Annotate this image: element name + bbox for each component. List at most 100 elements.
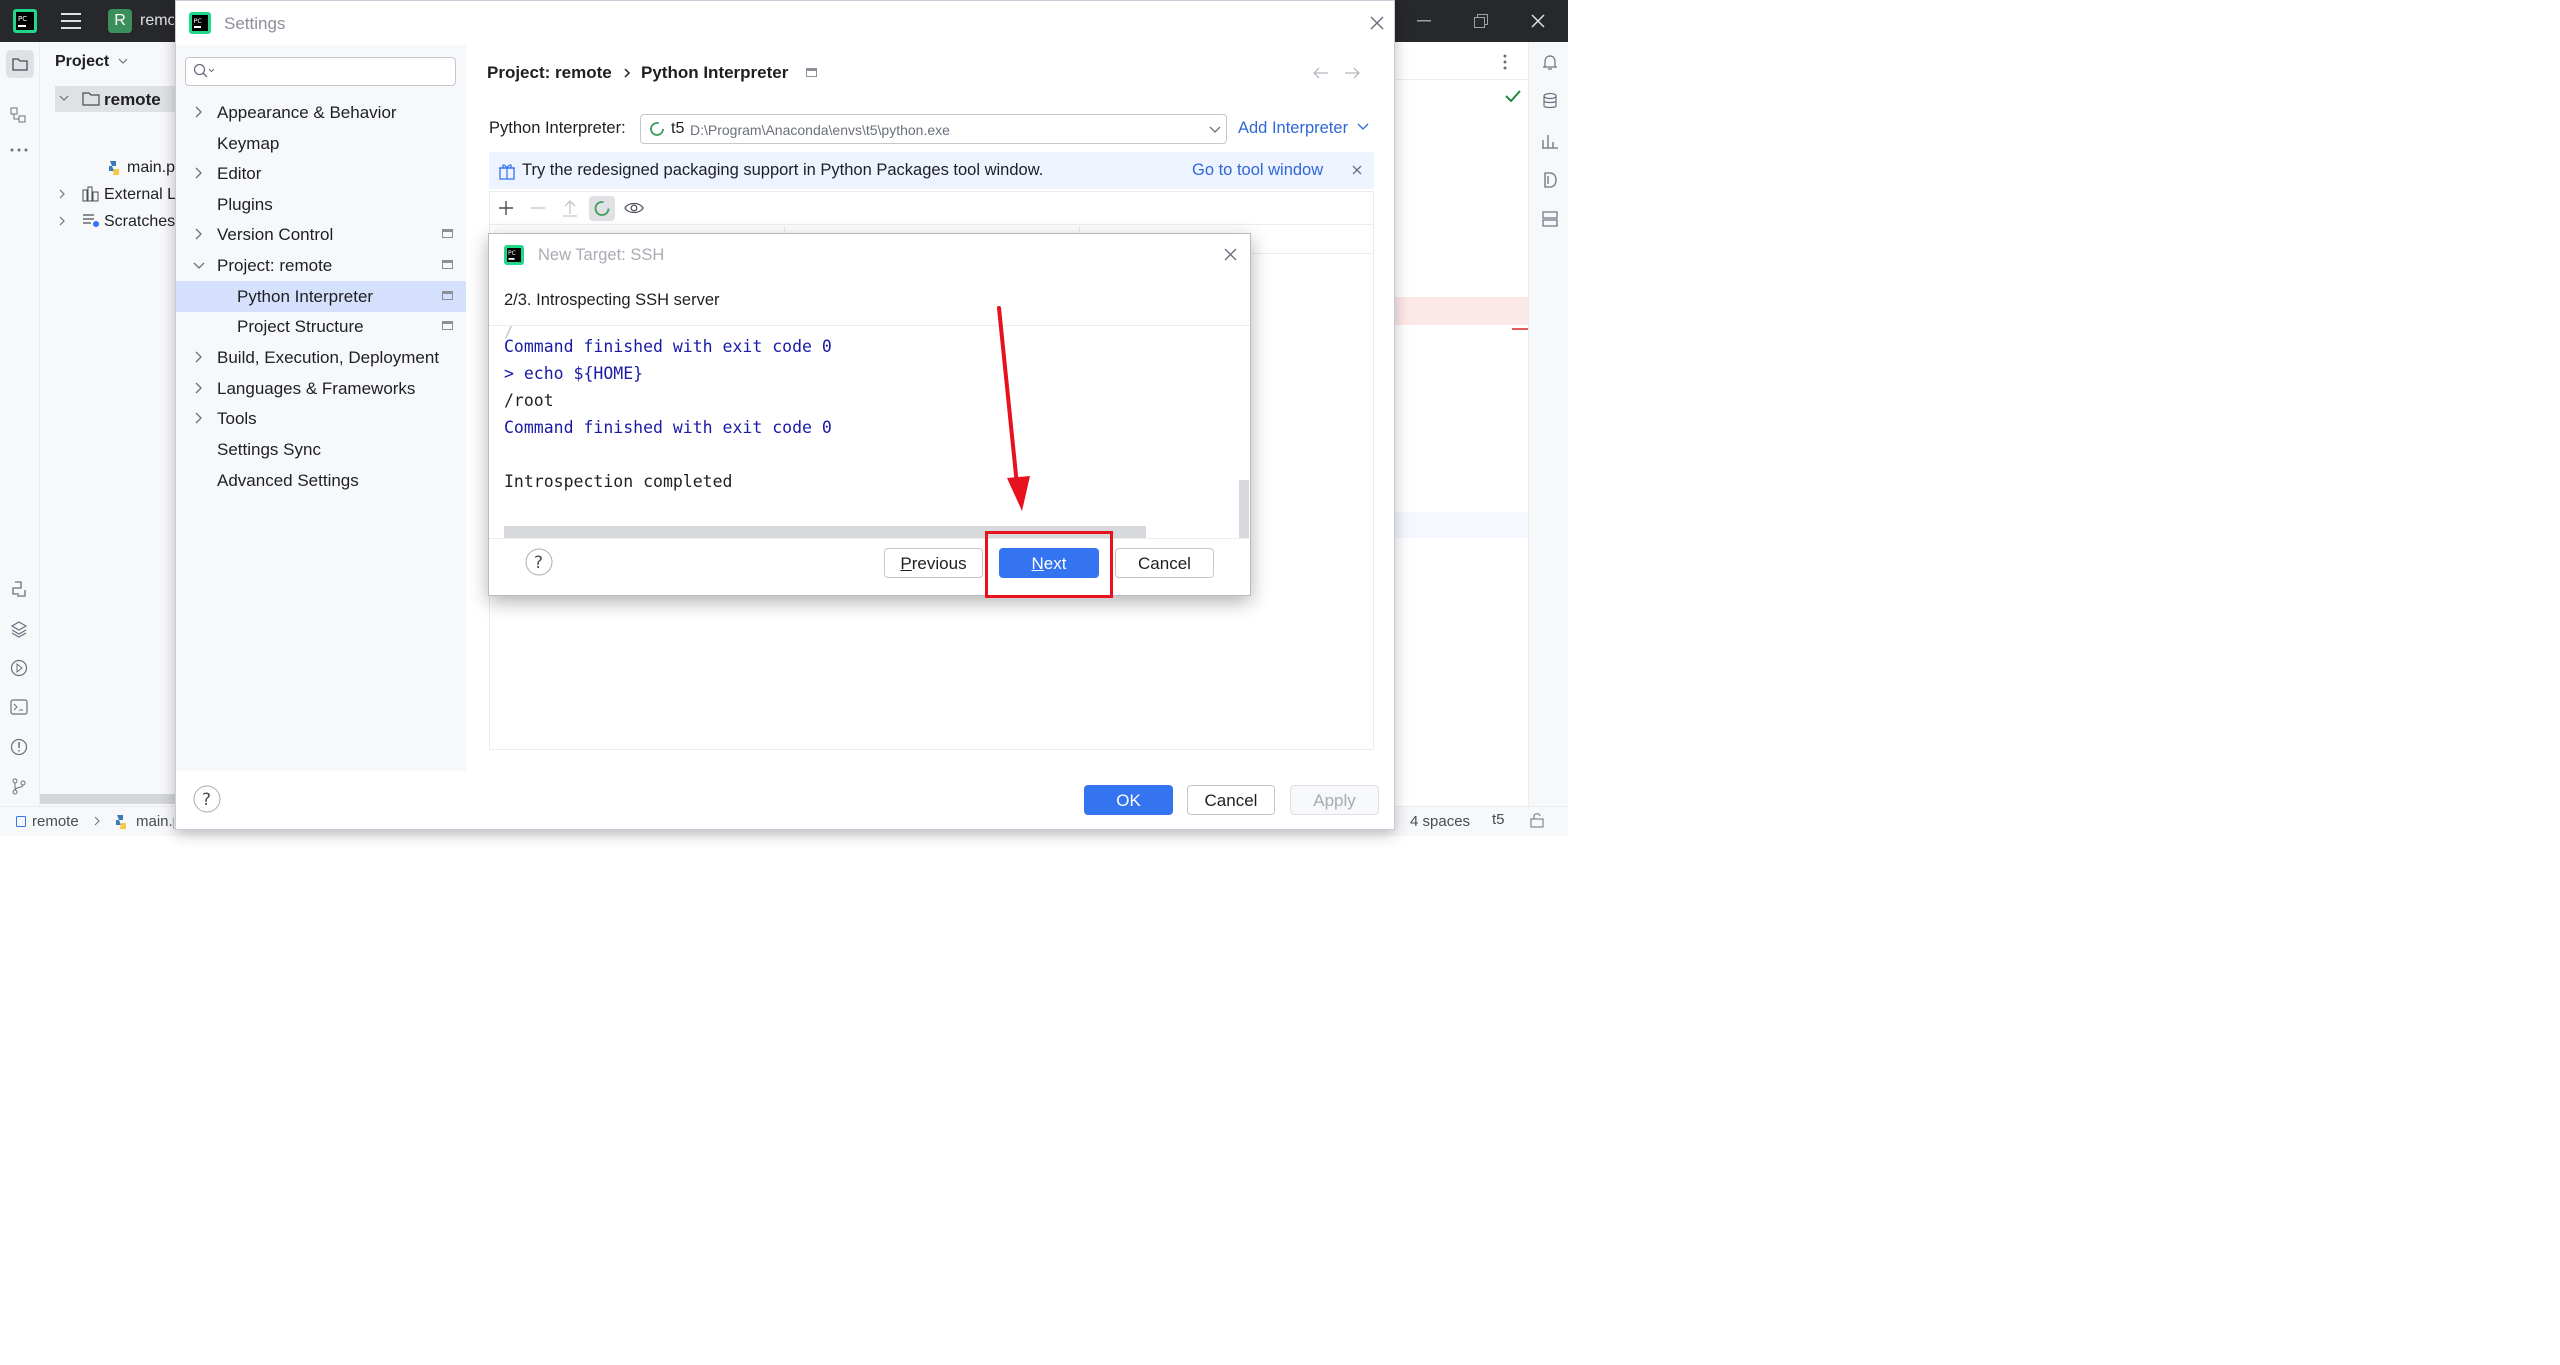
project-level-icon xyxy=(442,321,453,330)
nav-project-structure[interactable]: Project Structure xyxy=(176,311,466,342)
breadcrumb-file[interactable]: main.py xyxy=(136,813,174,830)
cancel-button[interactable]: Cancel xyxy=(1187,785,1275,815)
module-icon xyxy=(16,816,26,827)
terminal-icon[interactable] xyxy=(10,698,28,716)
tree-item-label[interactable]: main.py xyxy=(127,159,175,177)
refresh-spinner-icon[interactable] xyxy=(589,196,615,221)
tree-item-label[interactable]: External Libraries xyxy=(104,186,175,204)
close-icon[interactable] xyxy=(1224,248,1237,261)
nav-advanced-settings[interactable]: Advanced Settings xyxy=(176,465,466,496)
gift-icon xyxy=(498,162,516,180)
breadcrumb-project[interactable]: Project: remote xyxy=(487,63,612,83)
nav-label: Advanced Settings xyxy=(217,471,359,490)
svg-text:?: ? xyxy=(202,790,211,810)
previous-button[interactable]: Previous xyxy=(884,548,983,578)
nav-plugins[interactable]: Plugins xyxy=(176,189,466,220)
settings-search[interactable] xyxy=(185,57,456,86)
next-highlight-box xyxy=(985,531,1113,598)
editor-area xyxy=(1395,42,1528,807)
close-window-icon[interactable] xyxy=(1531,14,1545,28)
back-arrow-icon[interactable] xyxy=(1313,67,1329,79)
nav-label: Project Structure xyxy=(237,317,364,336)
notifications-icon[interactable] xyxy=(1541,54,1559,72)
interpreter-indicator[interactable]: t5 xyxy=(1492,811,1505,828)
expand-right-icon[interactable] xyxy=(194,381,202,395)
tree-item-label[interactable]: Scratches and Consoles xyxy=(104,213,175,231)
main-menu-icon[interactable] xyxy=(61,12,83,30)
chevron-down-icon[interactable] xyxy=(1209,126,1221,134)
nav-version-control[interactable]: Version Control xyxy=(176,219,466,250)
ssh-cancel-button[interactable]: Cancel xyxy=(1115,548,1214,578)
chevron-right-icon xyxy=(94,816,100,826)
coverage-icon[interactable] xyxy=(1541,171,1559,189)
nav-label: Python Interpreter xyxy=(237,287,374,306)
breadcrumb-project[interactable]: remote xyxy=(32,813,79,830)
close-banner-icon[interactable] xyxy=(1352,165,1362,175)
nav-editor[interactable]: Editor xyxy=(176,158,466,189)
nav-project-remote[interactable]: Project: remote xyxy=(176,250,466,281)
packaging-banner: Try the redesigned packaging support in … xyxy=(489,152,1374,189)
help-icon[interactable]: ? xyxy=(525,548,553,576)
eye-icon[interactable] xyxy=(624,201,644,215)
problems-icon[interactable] xyxy=(10,738,28,756)
ok-button[interactable]: OK xyxy=(1084,785,1173,815)
nav-settings-sync[interactable]: Settings Sync xyxy=(176,434,466,465)
log-vertical-scrollbar[interactable] xyxy=(1239,480,1249,538)
forward-arrow-icon[interactable] xyxy=(1344,67,1360,79)
remove-package-icon[interactable] xyxy=(530,200,546,216)
nav-label: Appearance & Behavior xyxy=(217,103,397,122)
nav-label: Version Control xyxy=(217,225,334,244)
nav-tools[interactable]: Tools xyxy=(176,403,466,434)
divider xyxy=(489,538,1250,539)
tree-item-label[interactable]: remote xyxy=(104,90,161,110)
chevron-down-icon[interactable] xyxy=(118,58,128,64)
remote-hosts-icon[interactable] xyxy=(1541,210,1559,228)
expand-right-icon[interactable] xyxy=(194,227,202,241)
expand-right-icon[interactable] xyxy=(194,350,202,364)
expand-right-icon[interactable] xyxy=(59,216,65,226)
interpreter-combobox[interactable]: t5 D:\Program\Anaconda\envs\t5\python.ex… xyxy=(640,114,1227,144)
close-icon[interactable] xyxy=(1370,16,1384,30)
structure-tool-icon[interactable] xyxy=(10,107,28,125)
nav-build-execution[interactable]: Build, Execution, Deployment xyxy=(176,342,466,373)
add-package-icon[interactable] xyxy=(498,200,514,216)
settings-nav-panel: Appearance & Behavior Keymap Editor Plug… xyxy=(176,45,466,771)
git-icon[interactable] xyxy=(10,777,28,795)
expand-icon[interactable] xyxy=(59,95,69,101)
more-vertical-icon[interactable] xyxy=(1503,54,1507,70)
nav-appearance-behavior[interactable]: Appearance & Behavior xyxy=(176,97,466,128)
python-console-icon[interactable] xyxy=(10,580,28,598)
apply-button[interactable]: Apply xyxy=(1290,785,1379,815)
nav-languages-frameworks[interactable]: Languages & Frameworks xyxy=(176,373,466,404)
upgrade-package-icon[interactable] xyxy=(562,199,578,217)
expand-right-icon[interactable] xyxy=(59,189,65,199)
project-chip[interactable]: R xyxy=(108,9,132,33)
chevron-down-icon[interactable] xyxy=(1357,123,1369,131)
project-tool-icon[interactable] xyxy=(6,50,34,78)
minimize-icon[interactable] xyxy=(1417,20,1431,22)
search-input[interactable] xyxy=(218,61,448,82)
go-to-tool-window-link[interactable]: Go to tool window xyxy=(1192,161,1323,180)
project-name[interactable]: remote xyxy=(140,12,174,30)
help-icon[interactable]: ? xyxy=(193,785,221,813)
nav-keymap[interactable]: Keymap xyxy=(176,128,466,159)
services-icon[interactable] xyxy=(10,659,28,677)
database-icon[interactable] xyxy=(1541,92,1559,110)
more-tools-icon[interactable] xyxy=(10,147,28,153)
expand-right-icon[interactable] xyxy=(194,166,202,180)
collapse-icon[interactable] xyxy=(192,261,206,269)
restore-icon[interactable] xyxy=(1474,14,1488,28)
expand-right-icon[interactable] xyxy=(194,411,202,425)
python-packages-icon[interactable] xyxy=(10,620,28,638)
lock-icon[interactable] xyxy=(1530,812,1544,828)
log-line: > echo ${HOME} xyxy=(504,364,644,383)
sciview-icon[interactable] xyxy=(1541,132,1559,150)
nav-python-interpreter[interactable]: Python Interpreter xyxy=(176,281,466,312)
add-interpreter-link[interactable]: Add Interpreter xyxy=(1238,119,1348,138)
horizontal-scrollbar[interactable] xyxy=(40,794,175,804)
project-level-icon xyxy=(442,260,453,269)
indent-indicator[interactable]: 4 spaces xyxy=(1410,813,1470,830)
svg-text:PC: PC xyxy=(508,250,516,257)
expand-right-icon[interactable] xyxy=(194,105,202,119)
project-panel-title[interactable]: Project xyxy=(55,53,109,71)
